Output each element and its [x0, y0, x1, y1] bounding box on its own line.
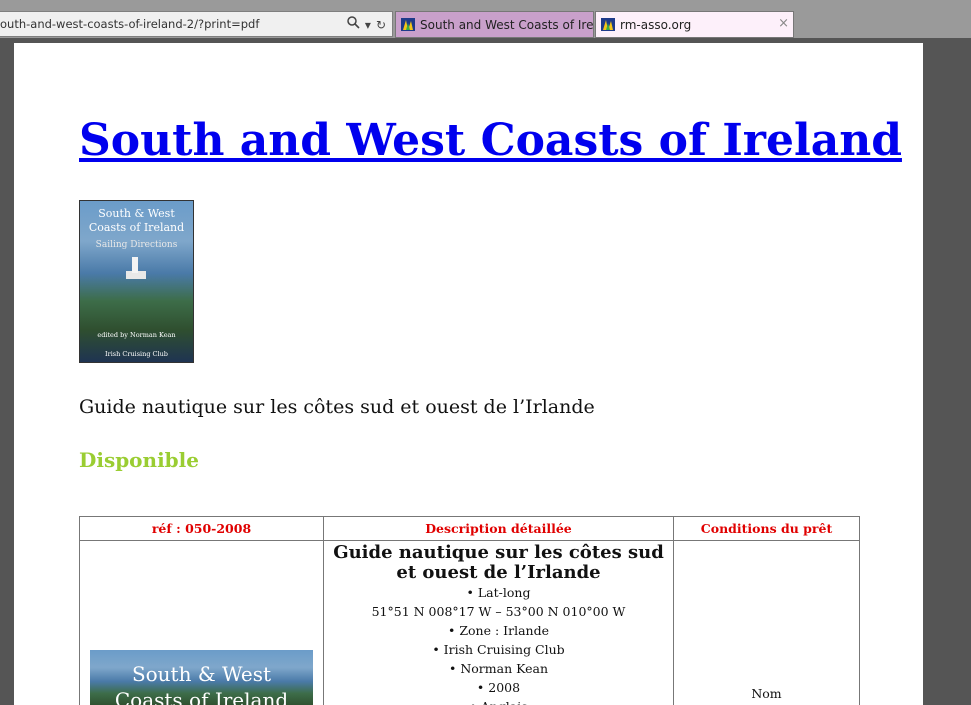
pdf-page: South and West Coasts of Ireland South &…: [14, 43, 923, 705]
desc-author: • Norman Kean: [448, 661, 549, 676]
desc-year: • 2008: [476, 680, 521, 695]
book-subtitle: Guide nautique sur les côtes sud et oues…: [79, 396, 595, 418]
desc-latlong-label: • Lat-long: [466, 585, 531, 600]
cover-line2: Coasts of Ireland: [88, 221, 185, 234]
address-bar[interactable]: outh-and-west-coasts-of-ireland-2/?print…: [0, 11, 393, 37]
tab-label: rm-asso.org: [620, 18, 692, 32]
conditions-name: Nom: [751, 686, 782, 701]
page-title[interactable]: South and West Coasts of Ireland: [79, 115, 902, 167]
tab-label: South and West Coasts of Irela...: [420, 18, 594, 32]
lighthouse: [132, 257, 138, 273]
browser-chrome: outh-and-west-coasts-of-ireland-2/?print…: [0, 0, 971, 38]
description-title: Guide nautique sur les côtes sud et oues…: [333, 542, 664, 583]
search-icon[interactable]: [347, 16, 360, 33]
desc-coordinates: 51°51 N 008°17 W – 53°00 N 010°00 W: [371, 604, 626, 619]
conditions-cell: Nom: [673, 540, 860, 705]
cover-large-line2: Coasts of Ireland: [114, 688, 289, 705]
cover-large-line1: South & West: [131, 662, 272, 686]
book-cover-large-image: South & West Coasts of Ireland: [90, 650, 313, 705]
refresh-icon[interactable]: ↻: [376, 17, 386, 33]
desc-zone: • Zone : Irlande: [448, 623, 549, 638]
cover-line3: Sailing Directions: [95, 240, 178, 250]
cover-cell: South & West Coasts of Ireland: [79, 540, 324, 705]
availability-status: Disponible: [79, 448, 199, 472]
description-cell: Guide nautique sur les côtes sud et oues…: [323, 540, 674, 705]
book-cover-image: South & West Coasts of Ireland Sailing D…: [79, 200, 194, 363]
book-details-table: réf : 050-2008 Description détaillée Con…: [79, 516, 860, 705]
tab-rm-asso[interactable]: rm-asso.org ×: [595, 11, 794, 38]
tab-south-west-coasts[interactable]: South and West Coasts of Irela...: [395, 11, 594, 38]
header-description: Description détaillée: [323, 516, 674, 541]
rm-asso-favicon-icon: [601, 18, 615, 31]
desc-language: • Anglais: [324, 697, 673, 705]
header-conditions: Conditions du prêt: [673, 516, 860, 541]
cover-line1: South & West: [98, 207, 175, 220]
address-text[interactable]: outh-and-west-coasts-of-ireland-2/?print…: [0, 17, 259, 31]
cover-publisher: Irish Cruising Club: [105, 350, 168, 358]
dropdown-icon[interactable]: ▾: [365, 17, 371, 33]
header-reference: réf : 050-2008: [79, 516, 324, 541]
desc-publisher: • Irish Cruising Club: [432, 642, 565, 657]
rm-asso-favicon-icon: [401, 18, 415, 31]
cover-editor: edited by Norman Kean: [97, 331, 176, 339]
close-icon[interactable]: ×: [778, 16, 789, 31]
